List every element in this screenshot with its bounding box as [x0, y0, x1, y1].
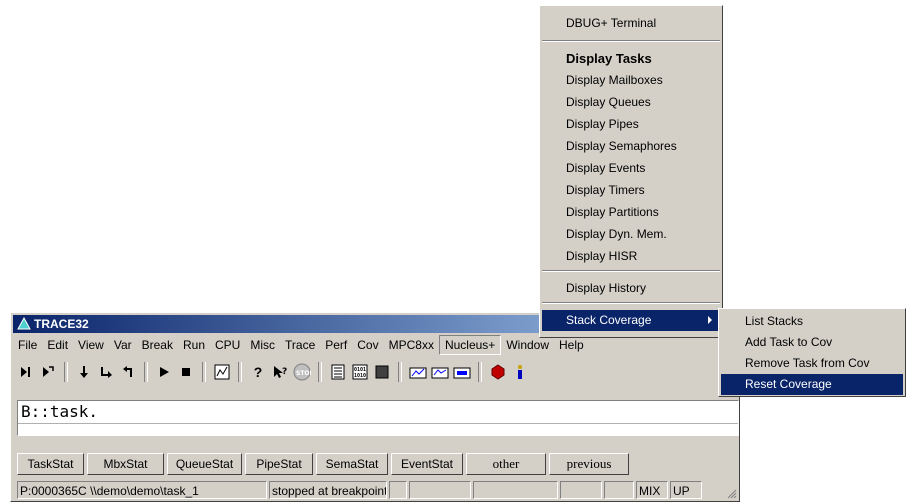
status-field-empty	[604, 481, 634, 499]
menu-help[interactable]: Help	[554, 336, 589, 354]
menu-item-add-task-to-cov[interactable]: Add Task to Cov	[721, 332, 903, 353]
svg-text:1010: 1010	[354, 373, 366, 379]
toolbar-separator	[398, 362, 402, 382]
menu-item-display-pipes[interactable]: Display Pipes	[542, 114, 720, 135]
resize-grip-icon[interactable]	[725, 487, 737, 499]
menu-item-stack-coverage-label: Stack Coverage	[566, 313, 652, 327]
status-field-empty	[473, 481, 558, 499]
status-state: stopped at breakpoint	[269, 481, 387, 499]
toolbar-separator	[318, 362, 322, 382]
menu-separator	[542, 270, 720, 272]
command-line-row	[18, 401, 738, 424]
command-text[interactable]: B::task.	[21, 402, 98, 421]
toolbar-separator	[238, 362, 242, 382]
menu-item-display-partitions[interactable]: Display Partitions	[542, 202, 720, 223]
toolbar-separator	[478, 362, 482, 382]
menu-break[interactable]: Break	[137, 336, 178, 354]
menu-separator	[542, 302, 720, 304]
menu-perf[interactable]: Perf	[320, 336, 352, 354]
perf-config-icon[interactable]	[451, 361, 473, 383]
view-icon[interactable]	[211, 361, 233, 383]
status-field-empty	[389, 481, 407, 499]
softkey-mbxstat[interactable]: MbxStat	[87, 453, 164, 475]
svg-text:?: ?	[282, 367, 287, 377]
stop-break-icon[interactable]: STOP	[291, 361, 313, 383]
register-icon[interactable]	[371, 361, 393, 383]
softkey-queuestat[interactable]: QueueStat	[167, 453, 242, 475]
list-icon[interactable]	[327, 361, 349, 383]
menu-item-display-hisr[interactable]: Display HISR	[542, 246, 720, 267]
softkey-bar: TaskStat MbxStat QueueStat PipeStat Sema…	[17, 453, 629, 477]
menu-trace[interactable]: Trace	[280, 336, 320, 354]
menu-item-remove-task-from-cov[interactable]: Remove Task from Cov	[721, 353, 903, 374]
help-icon[interactable]: ?	[247, 361, 269, 383]
menu-view[interactable]: View	[73, 336, 109, 354]
nucleus-dropdown-menu: DBUG+ Terminal Display Tasks Display Mai…	[539, 5, 723, 338]
status-mode: MIX	[636, 481, 668, 499]
menu-item-display-events[interactable]: Display Events	[542, 158, 720, 179]
menu-item-display-tasks[interactable]: Display Tasks	[542, 48, 720, 69]
menu-misc[interactable]: Misc	[245, 336, 280, 354]
menu-item-stack-coverage[interactable]: Stack Coverage	[542, 310, 720, 331]
menu-item-display-mailboxes[interactable]: Display Mailboxes	[542, 70, 720, 91]
menu-cov[interactable]: Cov	[352, 336, 383, 354]
menu-item-display-dyn-mem[interactable]: Display Dyn. Mem.	[542, 224, 720, 245]
command-line[interactable]: B::task.	[17, 400, 739, 436]
trace32-logo-icon	[17, 317, 31, 330]
status-field-empty	[560, 481, 602, 499]
menu-item-reset-coverage[interactable]: Reset Coverage	[721, 374, 903, 395]
status-updown: UP	[670, 481, 702, 499]
toolbar-separator	[144, 362, 148, 382]
perf-list-icon[interactable]	[429, 361, 451, 383]
submenu-arrow-icon	[708, 316, 712, 324]
status-address: P:0000365C	[20, 484, 87, 498]
menu-window[interactable]: Window	[501, 336, 554, 354]
window-title: TRACE32	[34, 317, 89, 331]
menu-item-display-semaphores[interactable]: Display Semaphores	[542, 136, 720, 157]
info-icon[interactable]	[509, 361, 531, 383]
perf-chart-icon[interactable]	[407, 361, 429, 383]
go-up-icon[interactable]	[117, 361, 139, 383]
go-return-icon[interactable]	[95, 361, 117, 383]
softkey-semastat[interactable]: SemaStat	[316, 453, 388, 475]
menu-item-dbug-terminal[interactable]: DBUG+ Terminal	[542, 13, 720, 34]
toolbar: ? ? STOP 01011010	[15, 360, 735, 384]
softkey-other[interactable]: other	[466, 453, 546, 475]
menu-run[interactable]: Run	[178, 336, 210, 354]
run-icon[interactable]	[153, 361, 175, 383]
trace32-window: TRACE32 File Edit View Var Break Run CPU…	[10, 312, 740, 502]
status-field-empty	[409, 481, 471, 499]
menu-item-list-stacks[interactable]: List Stacks	[721, 311, 903, 332]
status-location: P:0000365C \\demo\demo\task_1	[17, 481, 267, 499]
context-help-icon[interactable]: ?	[269, 361, 291, 383]
toolbar-separator	[202, 362, 206, 382]
menu-var[interactable]: Var	[109, 336, 137, 354]
softkey-pipestat[interactable]: PipeStat	[245, 453, 313, 475]
svg-text:STOP: STOP	[296, 370, 311, 377]
step-over-icon[interactable]	[37, 361, 59, 383]
softkey-taskstat[interactable]: TaskStat	[17, 453, 84, 475]
menu-nucleus[interactable]: Nucleus+	[438, 335, 502, 355]
menu-file[interactable]: File	[13, 336, 42, 354]
menu-bar: File Edit View Var Break Run CPU Misc Tr…	[13, 335, 737, 355]
menu-item-display-timers[interactable]: Display Timers	[542, 180, 720, 201]
menu-mpc8xx[interactable]: MPC8xx	[384, 336, 439, 354]
softkey-eventstat[interactable]: EventStat	[391, 453, 463, 475]
menu-item-display-history[interactable]: Display History	[542, 278, 720, 299]
menu-item-display-queues[interactable]: Display Queues	[542, 92, 720, 113]
dump-icon[interactable]: 0101 1010	[349, 361, 371, 383]
step-into-icon[interactable]	[15, 361, 37, 383]
softkey-previous[interactable]: previous	[549, 453, 629, 475]
menu-separator	[542, 40, 720, 42]
toolbar-separator	[64, 362, 68, 382]
stack-coverage-submenu: List Stacks Add Task to Cov Remove Task …	[718, 308, 906, 397]
menu-edit[interactable]: Edit	[42, 336, 73, 354]
menu-cpu[interactable]: CPU	[210, 336, 245, 354]
status-path: \\demo\demo\task_1	[90, 484, 199, 498]
status-bar: P:0000365C \\demo\demo\task_1 stopped at…	[17, 481, 741, 500]
about-icon[interactable]	[487, 361, 509, 383]
go-down-icon[interactable]	[73, 361, 95, 383]
stop-icon[interactable]	[175, 361, 197, 383]
